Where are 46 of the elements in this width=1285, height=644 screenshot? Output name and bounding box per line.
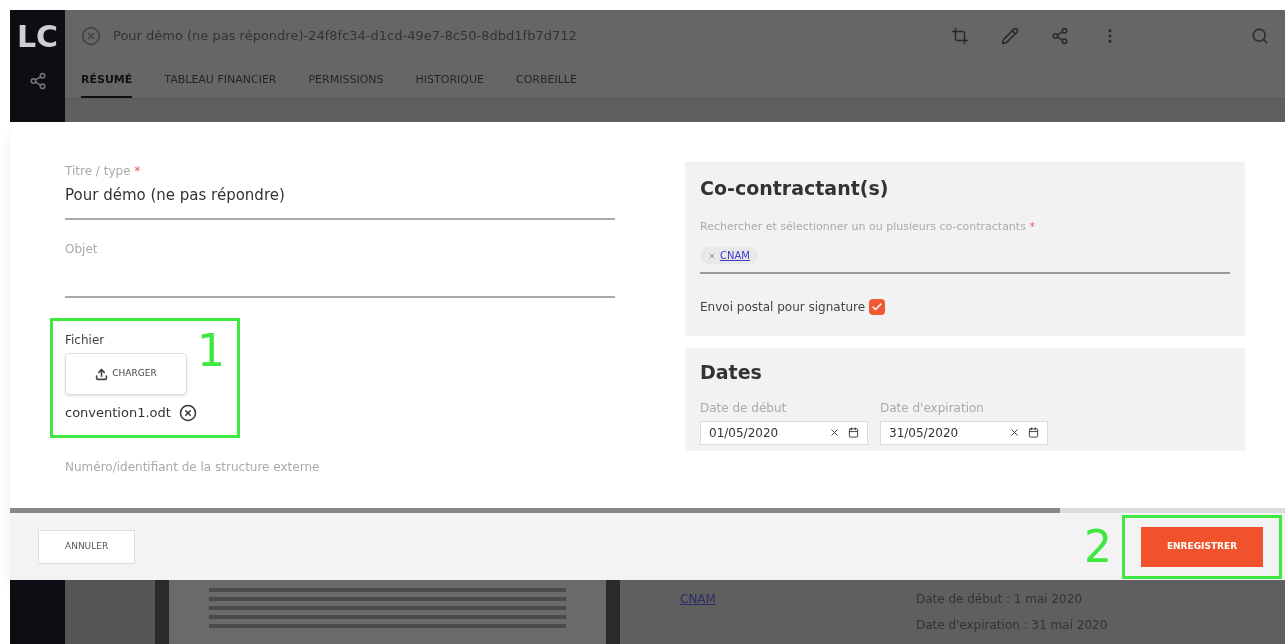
chip[interactable]: CNAM <box>700 247 758 264</box>
cancel-button[interactable]: ANNULER <box>38 529 136 564</box>
field-label: Rechercher et sélectionner un ou plusieurs co-contractants * <box>700 218 1036 235</box>
checkbox[interactable] <box>869 299 886 315</box>
field-label: Date d'expiration <box>880 399 985 417</box>
field-label: Objet <box>65 241 99 258</box>
search-icon[interactable] <box>1251 27 1269 45</box>
annotation-number: 2 <box>1084 524 1112 569</box>
calendar-icon[interactable] <box>848 427 859 438</box>
save-button[interactable]: ENREGISTRER <box>1141 526 1263 567</box>
section-title: Dates <box>700 360 763 385</box>
field-value: Pour démo (ne pas répondre) <box>65 185 286 206</box>
tab[interactable]: HISTORIQUE <box>415 71 484 98</box>
date-field[interactable]: 01/05/2020 <box>700 420 868 445</box>
search-field[interactable]: Rechercher et sélectionner un ou plusieurs co-contractants * CNAM <box>700 218 1230 274</box>
date-value: 31/05/2020 <box>889 424 960 442</box>
section-title: Co-contractant(s) <box>700 176 890 201</box>
clear-icon[interactable] <box>829 427 840 438</box>
text-field[interactable]: Objet <box>65 240 615 298</box>
upload-button[interactable]: CHARGER <box>65 353 187 395</box>
file-name: convention1.odt <box>65 404 171 422</box>
file-label: Fichier <box>65 332 106 349</box>
checkbox-label: Envoi postal pour signature <box>700 299 866 316</box>
date-field[interactable]: 31/05/2020 <box>880 420 1048 445</box>
logo: LC <box>16 22 59 52</box>
annotation-number: 1 <box>197 325 225 376</box>
status-icon <box>81 26 101 46</box>
text-field[interactable]: Titre / type * Pour démo (ne pas répondre) <box>65 162 615 220</box>
remove-icon[interactable] <box>178 403 197 422</box>
check-icon <box>871 301 884 313</box>
field-label: Date de début <box>700 399 788 417</box>
network-icon[interactable] <box>28 72 47 90</box>
tab[interactable]: TABLEAU FINANCIER <box>164 71 277 98</box>
date-value: 01/05/2020 <box>709 424 780 442</box>
pencil-icon[interactable] <box>1001 27 1019 45</box>
calendar-icon[interactable] <box>1028 427 1039 438</box>
tab[interactable]: PERMISSIONS <box>308 71 384 98</box>
sidebar <box>10 580 65 644</box>
crop-icon[interactable] <box>951 27 969 45</box>
field-label: Numéro/identifiant de la structure externe <box>65 459 321 476</box>
clear-icon[interactable] <box>1009 427 1020 438</box>
share-icon[interactable] <box>1051 27 1069 45</box>
upload-icon <box>95 367 109 381</box>
remove-chip-icon[interactable] <box>708 251 716 260</box>
field-label: Titre / type * <box>65 163 142 180</box>
tab[interactable]: CORBEILLE <box>515 71 577 98</box>
